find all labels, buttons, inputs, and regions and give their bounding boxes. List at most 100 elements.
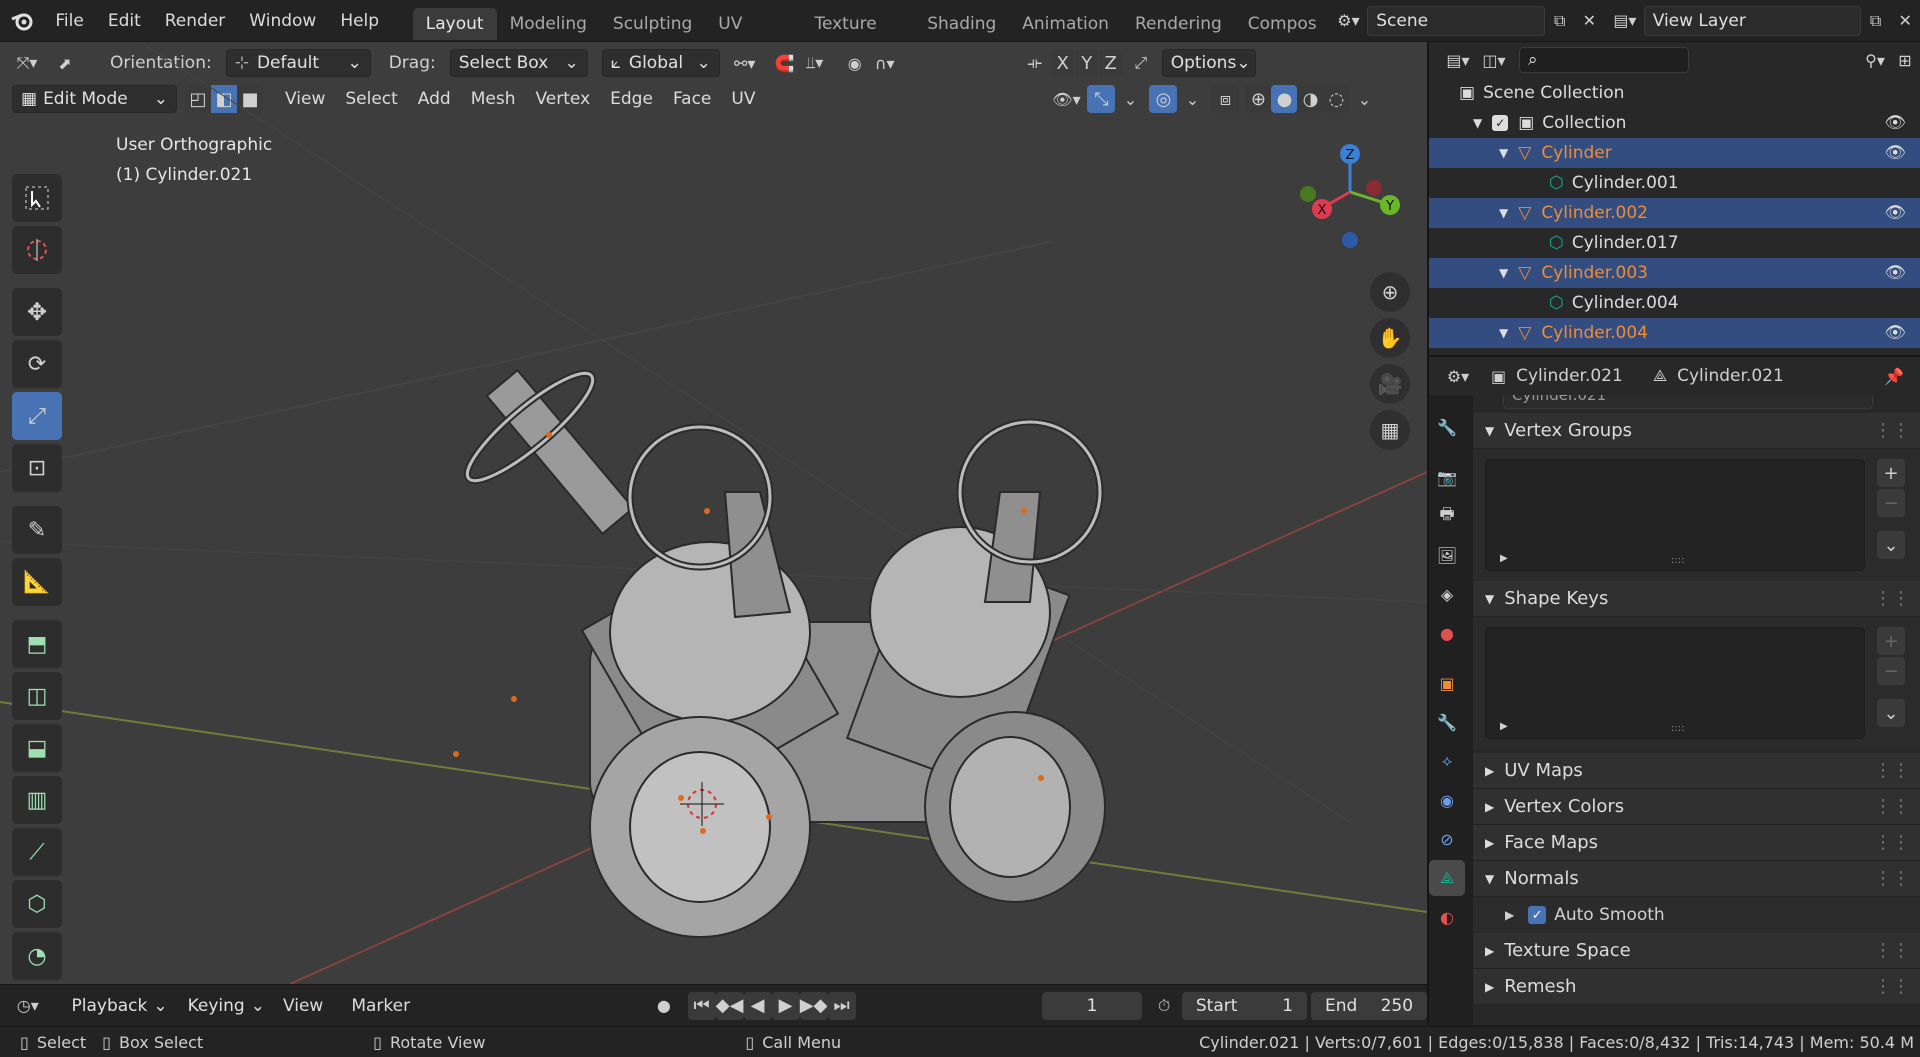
select-box-tool-icon[interactable] [12, 174, 62, 222]
mesh-data-tab-icon[interactable]: ⟁ [1429, 860, 1465, 896]
play-icon[interactable]: ▶ [771, 991, 800, 1020]
new-view-layer-icon[interactable]: ⧉ [1861, 6, 1891, 36]
prev-key-icon[interactable]: ◆◀ [715, 991, 744, 1020]
view-layer-tab-icon[interactable]: 🖼 [1429, 537, 1465, 573]
outliner-item-cylinder-002[interactable]: ▼ ▽ Cylinder.002 👁 [1429, 198, 1920, 228]
marker-menu[interactable]: Marker [341, 996, 420, 1016]
panel-face-maps[interactable]: ▶ Face Maps ⋮⋮ [1473, 825, 1920, 861]
tab-compositing[interactable]: Compos [1235, 8, 1330, 40]
outliner-editor-icon[interactable]: ▤▾ [1443, 45, 1473, 75]
eye-icon[interactable]: 👁 [1884, 323, 1906, 343]
measure-tool-icon[interactable]: 📐 [12, 558, 62, 606]
jump-end-icon[interactable]: ⏭ [827, 991, 856, 1020]
navigation-gizmo[interactable]: Z Y X [1290, 132, 1410, 252]
menu-file[interactable]: File [43, 0, 95, 42]
eye-icon[interactable]: 👁 [1884, 203, 1906, 223]
knife-tool-icon[interactable]: ⟋ [12, 828, 62, 876]
view-layer-field[interactable]: View Layer [1643, 5, 1861, 36]
panel-shape-keys[interactable]: ▼ Shape Keys ⋮⋮ [1473, 581, 1920, 617]
spin-tool-icon[interactable]: ◔ [12, 932, 62, 980]
eye-icon[interactable]: 👁 [1884, 263, 1906, 283]
clipped-name-field[interactable]: Cylinder.021 [1503, 395, 1873, 409]
delete-scene-icon[interactable]: ✕ [1575, 6, 1605, 36]
zoom-icon[interactable]: ⊕ [1370, 272, 1410, 312]
move-tool-icon[interactable]: ✥ [12, 288, 62, 336]
material-tab-icon[interactable]: ◐ [1429, 899, 1465, 935]
panel-texture-space[interactable]: ▶ Texture Space ⋮⋮ [1473, 933, 1920, 969]
next-key-icon[interactable]: ▶◆ [799, 991, 828, 1020]
drag-grip-icon[interactable]: ⋮⋮ [1874, 832, 1910, 853]
scale-tool-icon[interactable]: ⤢ [12, 392, 62, 440]
shape-keys-list[interactable]: ▶ :::: [1485, 627, 1865, 739]
expand-arrow-icon[interactable]: ▶ [1505, 908, 1514, 922]
inset-tool-icon[interactable]: ◫ [12, 672, 62, 720]
record-icon[interactable]: ● [650, 991, 678, 1021]
jump-start-icon[interactable]: ⏮ [687, 991, 716, 1020]
tab-shading[interactable]: Shading [914, 8, 1009, 40]
start-frame-field[interactable]: Start 1 [1181, 991, 1308, 1020]
menu-edit[interactable]: Edit [96, 0, 153, 42]
expand-arrow-icon[interactable]: ▶ [1500, 553, 1508, 564]
menu-render[interactable]: Render [153, 0, 238, 42]
filter-icon[interactable]: ⚲▾ [1860, 45, 1890, 75]
loop-cut-tool-icon[interactable]: ▥ [12, 776, 62, 824]
current-frame-field[interactable]: 1 [1041, 991, 1143, 1020]
outliner-item-mesh[interactable]: ⬡ Cylinder.004 [1429, 288, 1920, 318]
world-tab-icon[interactable]: ● [1429, 615, 1465, 651]
tab-layout[interactable]: Layout [412, 8, 497, 40]
drag-grip-icon[interactable]: ⋮⋮ [1874, 588, 1910, 609]
tab-rendering[interactable]: Rendering [1122, 8, 1235, 40]
expand-arrow-icon[interactable]: ▼ [1473, 116, 1482, 130]
menu-help[interactable]: Help [328, 0, 391, 42]
auto-smooth-checkbox[interactable]: ✓ [1528, 906, 1547, 924]
scene-name-field[interactable]: Scene [1367, 5, 1545, 36]
keying-menu[interactable]: Keying ⌄ [180, 992, 273, 1020]
checkbox-icon[interactable]: ✓ [1492, 115, 1509, 131]
panel-vertex-groups[interactable]: ▼ Vertex Groups ⋮⋮ [1473, 413, 1920, 449]
3d-viewport[interactable]: ⤧▾ ⬈ Orientation: ⊹ Default ⌄ Drag: Select… [0, 42, 1427, 984]
outliner-item-mesh[interactable]: ⬡ Cylinder.017 [1429, 228, 1920, 258]
object-tab-icon[interactable]: ▣ [1429, 665, 1465, 701]
transform-tool-icon[interactable]: ⊡ [12, 444, 62, 492]
pan-hand-icon[interactable]: ✋ [1370, 318, 1410, 358]
timeline-editor-icon[interactable]: ◷▾ [14, 991, 42, 1021]
panel-remesh[interactable]: ▶ Remesh ⋮⋮ [1473, 969, 1920, 1005]
play-reverse-icon[interactable]: ◀ [743, 991, 772, 1020]
extrude-tool-icon[interactable]: ⬒ [12, 620, 62, 668]
eye-icon[interactable]: 👁 [1884, 143, 1906, 163]
constraints-tab-icon[interactable]: ⊘ [1429, 821, 1465, 857]
outliner-item-cylinder-004[interactable]: ▼ ▽ Cylinder.004 👁 [1429, 318, 1920, 348]
scene-collection-row[interactable]: ▣ Scene Collection [1429, 78, 1920, 108]
add-vertex-group-icon[interactable]: + [1877, 459, 1905, 487]
panel-uv-maps[interactable]: ▶ UV Maps ⋮⋮ [1473, 753, 1920, 789]
drag-grip-icon[interactable]: ⋮⋮ [1874, 976, 1910, 997]
resize-grip-icon[interactable]: :::: [1671, 723, 1684, 734]
delete-view-layer-icon[interactable]: ✕ [1890, 6, 1920, 36]
tool-tab-icon[interactable]: 🔧 [1429, 409, 1465, 445]
properties-editor-icon[interactable]: ⚙▾ [1443, 361, 1473, 391]
expand-arrow-icon[interactable]: ▼ [1499, 146, 1508, 160]
bevel-tool-icon[interactable]: ⬓ [12, 724, 62, 772]
expand-arrow-icon[interactable]: ▼ [1499, 206, 1508, 220]
outliner-item-cylinder[interactable]: ▼ ▽ Cylinder 👁 [1429, 138, 1920, 168]
vertex-group-menu-icon[interactable]: ⌄ [1877, 531, 1905, 559]
tab-animation[interactable]: Animation [1009, 8, 1122, 40]
blender-logo-icon[interactable] [0, 0, 43, 42]
outliner-item-mesh[interactable]: ⬡ Cylinder.001 [1429, 168, 1920, 198]
eye-icon[interactable]: 👁 [1884, 113, 1906, 133]
particles-tab-icon[interactable]: ⟡ [1429, 743, 1465, 779]
timeline-view-menu[interactable]: View [273, 996, 333, 1016]
pin-icon[interactable]: 📌 [1884, 367, 1904, 386]
shape-key-menu-icon[interactable]: ⌄ [1877, 699, 1905, 727]
render-tab-icon[interactable]: 📷 [1429, 459, 1465, 495]
display-mode-icon[interactable]: ◫▾ [1479, 45, 1509, 75]
drag-grip-icon[interactable]: ⋮⋮ [1874, 420, 1910, 441]
expand-arrow-icon[interactable]: ▼ [1499, 266, 1508, 280]
timer-icon[interactable]: ⏱ [1150, 991, 1178, 1021]
outliner-search-input[interactable]: ⌕ [1519, 47, 1689, 73]
drag-grip-icon[interactable]: ⋮⋮ [1874, 796, 1910, 817]
modifier-tab-icon[interactable]: 🔧 [1429, 704, 1465, 740]
tab-sculpting[interactable]: Sculpting [600, 8, 705, 40]
annotate-tool-icon[interactable]: ✎ [12, 506, 62, 554]
rotate-tool-icon[interactable]: ⟳ [12, 340, 62, 388]
